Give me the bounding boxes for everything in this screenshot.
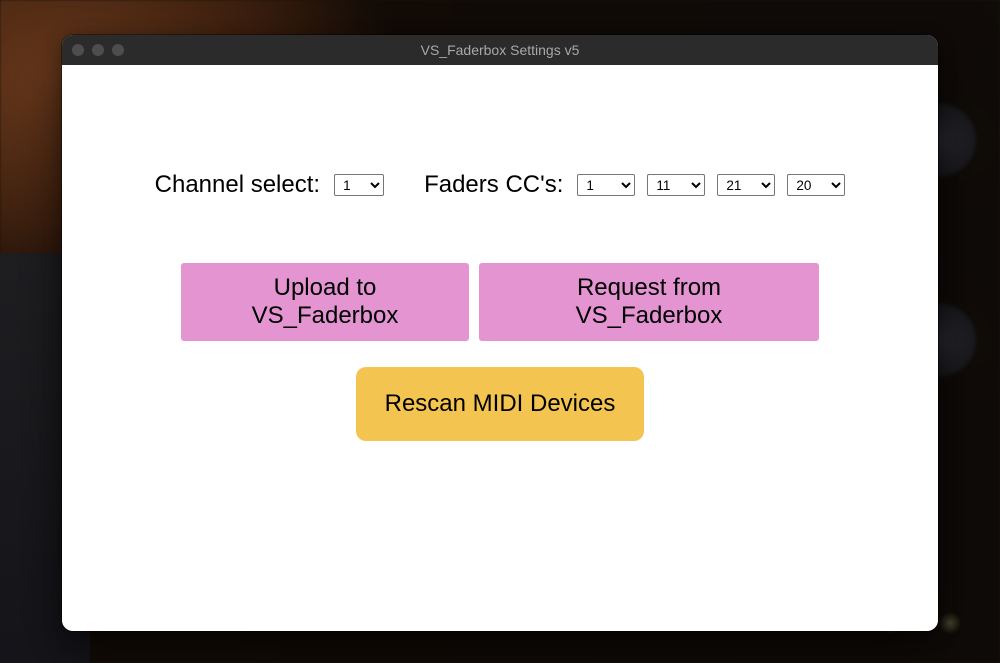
fader-cc-select-4[interactable]: 20: [787, 174, 845, 196]
rescan-midi-button[interactable]: Rescan MIDI Devices: [356, 367, 644, 441]
channel-select-label: Channel select:: [155, 171, 320, 199]
fader-cc-select-3[interactable]: 21: [717, 174, 775, 196]
rescan-row: Rescan MIDI Devices: [62, 367, 938, 441]
window-title: VS_Faderbox Settings v5: [62, 42, 938, 58]
zoom-icon[interactable]: [112, 44, 124, 56]
titlebar[interactable]: VS_Faderbox Settings v5: [62, 35, 938, 65]
selects-row: Channel select: 1 Faders CC's: 1 11 21 2…: [62, 171, 938, 199]
upload-request-row: Upload to VS_Faderbox Request from VS_Fa…: [62, 263, 938, 341]
channel-select[interactable]: 1: [334, 174, 384, 196]
request-button[interactable]: Request from VS_Faderbox: [479, 263, 819, 341]
traffic-lights: [72, 44, 124, 56]
app-window: VS_Faderbox Settings v5 Channel select: …: [62, 35, 938, 631]
faders-cc-label: Faders CC's:: [424, 171, 563, 199]
fader-cc-select-1[interactable]: 1: [577, 174, 635, 196]
fader-cc-select-2[interactable]: 11: [647, 174, 705, 196]
upload-button[interactable]: Upload to VS_Faderbox: [181, 263, 469, 341]
close-icon[interactable]: [72, 44, 84, 56]
window-content: Channel select: 1 Faders CC's: 1 11 21 2…: [62, 65, 938, 631]
minimize-icon[interactable]: [92, 44, 104, 56]
